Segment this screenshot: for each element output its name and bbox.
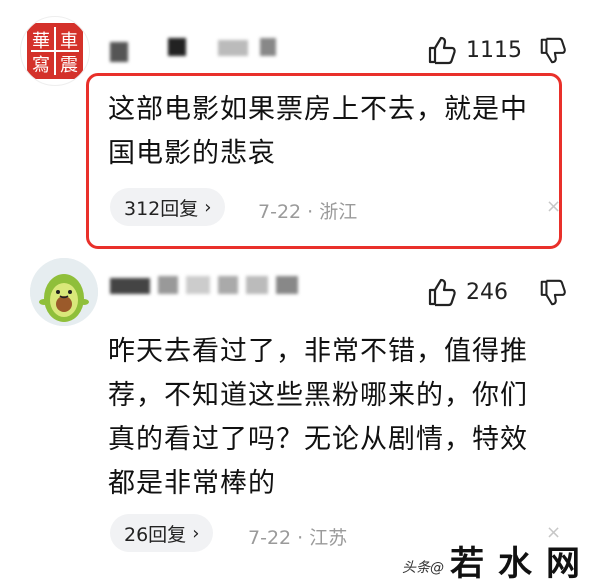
svg-text:寫: 寫	[32, 55, 50, 76]
like-count: 246	[466, 279, 508, 305]
thumbs-up-icon	[428, 36, 456, 65]
username-blurred[interactable]	[110, 274, 360, 300]
avatar[interactable]: 華 車 寫 震	[20, 16, 90, 86]
meta-separator: ·	[297, 527, 304, 549]
comment-location: 浙江	[319, 201, 358, 223]
comment-meta: 7-22 · 江苏	[248, 523, 347, 550]
thumbs-down-icon[interactable]	[538, 36, 568, 66]
comment-location: 江苏	[309, 527, 348, 549]
comment-text-line: 都是非常棒的	[108, 468, 276, 499]
like-button[interactable]: 246	[426, 276, 508, 308]
chevron-right-icon: ›	[192, 522, 200, 544]
thumbs-down-icon[interactable]	[538, 278, 568, 308]
comment-meta: 7-22 · 浙江	[258, 197, 357, 224]
watermark-logo: 若水网	[450, 544, 594, 584]
comment-text-line: 国电影的悲哀	[108, 138, 276, 169]
comment-2: 246 昨天去看过了，非常不错，值得推 荐，不知道这些黑粉哪来的，你们 真的看过…	[0, 250, 600, 585]
seal-logo: 華 車 寫 震	[27, 23, 83, 79]
comment-text-line: 真的看过了吗？无论从剧情，特效	[108, 424, 528, 455]
close-icon[interactable]: ×	[546, 196, 561, 217]
reply-button[interactable]: 26回复 ›	[110, 514, 214, 552]
svg-text:震: 震	[60, 55, 78, 76]
comment-text-line: 昨天去看过了，非常不错，值得推	[108, 336, 528, 367]
meta-separator: ·	[307, 201, 314, 223]
like-button[interactable]: 1115	[426, 34, 522, 66]
thumbs-up-icon	[428, 278, 456, 307]
svg-text:華: 華	[32, 31, 50, 52]
comment-text: 昨天去看过了，非常不错，值得推 荐，不知道这些黑粉哪来的，你们 真的看过了吗？无…	[108, 330, 528, 506]
chevron-right-icon: ›	[204, 196, 212, 218]
comment-text: 这部电影如果票房上不去，就是中 国电影的悲哀	[108, 88, 528, 176]
watermark-source: 头条@	[402, 560, 444, 576]
username-blurred[interactable]	[110, 36, 280, 62]
like-count: 1115	[466, 37, 522, 63]
comment-1: 華 車 寫 震 1115 这部电影如果票房上不去，就是中 国电影的悲哀 312回…	[0, 0, 600, 250]
comment-date: 7-22	[258, 201, 302, 223]
comment-date: 7-22	[248, 527, 292, 549]
reply-label: 26回复	[124, 523, 187, 546]
reply-label: 312回复	[124, 197, 199, 220]
avocado-avatar-icon	[30, 258, 98, 326]
avatar[interactable]	[30, 258, 98, 326]
comment-text-line: 荐，不知道这些黑粉哪来的，你们	[108, 380, 528, 411]
reply-button[interactable]: 312回复 ›	[110, 188, 226, 226]
comment-text-line: 这部电影如果票房上不去，就是中	[108, 94, 528, 125]
svg-text:車: 車	[60, 31, 78, 52]
watermark: 头条@ 若水网	[402, 536, 594, 585]
